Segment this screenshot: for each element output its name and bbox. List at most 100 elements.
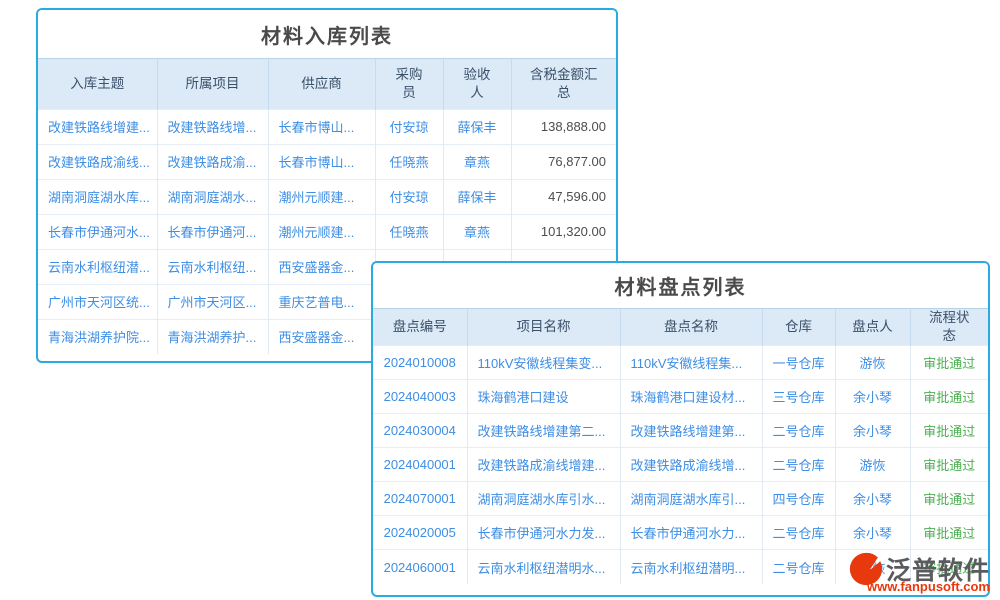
table-cell[interactable]: 余小琴	[835, 482, 910, 516]
table-cell[interactable]: 章燕	[443, 214, 511, 249]
inbound-panel-title: 材料入库列表	[38, 10, 616, 59]
table-cell[interactable]: 审批通过	[910, 414, 988, 448]
table-cell[interactable]: 西安盛器金...	[268, 319, 375, 354]
table-cell[interactable]: 长春市伊通河水力...	[620, 516, 762, 550]
column-header: 验收人	[443, 59, 511, 109]
table-cell[interactable]: 二号仓库	[762, 550, 835, 584]
column-header: 所属项目	[157, 59, 268, 109]
table-cell[interactable]: 2024030004	[373, 414, 467, 448]
material-inventory-table: 盘点编号项目名称盘点名称仓库盘点人流程状态 2024010008110kV安徽线…	[373, 309, 988, 584]
table-cell[interactable]: 珠海鹤港口建设	[467, 380, 620, 414]
column-header: 含税金额汇总	[511, 59, 616, 109]
table-cell[interactable]: 改建铁路成渝线增...	[620, 448, 762, 482]
table-cell[interactable]: 云南水利枢纽潜明...	[620, 550, 762, 584]
table-cell[interactable]: 2024040003	[373, 380, 467, 414]
table-cell[interactable]: 改建铁路成渝线增建...	[467, 448, 620, 482]
table-cell[interactable]: 改建铁路成渝线...	[38, 144, 157, 179]
table-cell[interactable]: 余小琴	[835, 380, 910, 414]
table-row: 改建铁路线增建...改建铁路线增...长春市博山...付安琼薛保丰138,888…	[38, 109, 616, 144]
table-cell[interactable]: 二号仓库	[762, 448, 835, 482]
column-header: 项目名称	[467, 309, 620, 346]
table-cell[interactable]: 青海洪湖养护...	[157, 319, 268, 354]
table-cell[interactable]: 改建铁路线增建...	[38, 109, 157, 144]
table-cell[interactable]: 改建铁路线增...	[157, 109, 268, 144]
table-cell[interactable]: 潮州元顺建...	[268, 179, 375, 214]
table-cell[interactable]: 审批通过	[910, 482, 988, 516]
table-cell[interactable]: 改建铁路线增建第...	[620, 414, 762, 448]
column-header: 盘点名称	[620, 309, 762, 346]
table-cell[interactable]: 广州市天河区...	[157, 284, 268, 319]
table-cell: 47,596.00	[511, 179, 616, 214]
table-cell[interactable]: 薛保丰	[443, 179, 511, 214]
table-cell[interactable]: 付安琼	[375, 109, 443, 144]
table-cell[interactable]: 云南水利枢纽潜...	[38, 249, 157, 284]
table-cell[interactable]: 潮州元顺建...	[268, 214, 375, 249]
table-cell[interactable]: 重庆艺普电...	[268, 284, 375, 319]
column-header: 采购员	[375, 59, 443, 109]
table-row: 长春市伊通河水...长春市伊通河...潮州元顺建...任晓燕章燕101,320.…	[38, 214, 616, 249]
table-cell[interactable]: 2024040001	[373, 448, 467, 482]
table-cell[interactable]: 一号仓库	[762, 346, 835, 380]
table-cell[interactable]: 长春市博山...	[268, 109, 375, 144]
table-cell[interactable]: 游恢	[835, 448, 910, 482]
table-cell[interactable]: 云南水利枢纽...	[157, 249, 268, 284]
table-cell[interactable]: 湖南洞庭湖水库引水...	[467, 482, 620, 516]
table-cell[interactable]: 青海洪湖养护院...	[38, 319, 157, 354]
watermark-url-text: www.fanpusoft.com	[867, 579, 990, 594]
table-cell[interactable]: 审批通过	[910, 380, 988, 414]
table-cell[interactable]: 审批通过	[910, 448, 988, 482]
table-cell[interactable]: 云南水利枢纽潜明水...	[467, 550, 620, 584]
table-cell[interactable]: 2024070001	[373, 482, 467, 516]
column-header: 仓库	[762, 309, 835, 346]
table-row: 湖南洞庭湖水库...湖南洞庭湖水...潮州元顺建...付安琼薛保丰47,596.…	[38, 179, 616, 214]
column-header: 盘点人	[835, 309, 910, 346]
fanpu-watermark: 泛普软件 www.fanpusoft.com	[847, 550, 990, 594]
table-cell[interactable]: 二号仓库	[762, 516, 835, 550]
table-cell[interactable]: 110kV安徽线程集变...	[467, 346, 620, 380]
table-cell[interactable]: 薛保丰	[443, 109, 511, 144]
column-header: 流程状态	[910, 309, 988, 346]
table-cell[interactable]: 二号仓库	[762, 414, 835, 448]
table-cell[interactable]: 广州市天河区统...	[38, 284, 157, 319]
table-cell[interactable]: 西安盛器金...	[268, 249, 375, 284]
table-cell[interactable]: 2024060001	[373, 550, 467, 584]
table-cell[interactable]: 长春市伊通河水力发...	[467, 516, 620, 550]
column-header: 供应商	[268, 59, 375, 109]
table-row: 2024020005长春市伊通河水力发...长春市伊通河水力...二号仓库余小琴…	[373, 516, 988, 550]
column-header: 盘点编号	[373, 309, 467, 346]
table-cell[interactable]: 四号仓库	[762, 482, 835, 516]
table-cell: 138,888.00	[511, 109, 616, 144]
table-cell[interactable]: 湖南洞庭湖水库...	[38, 179, 157, 214]
table-cell[interactable]: 章燕	[443, 144, 511, 179]
table-row: 2024040001改建铁路成渝线增建...改建铁路成渝线增...二号仓库游恢审…	[373, 448, 988, 482]
table-cell[interactable]: 湖南洞庭湖水库引...	[620, 482, 762, 516]
table-cell[interactable]: 110kV安徽线程集...	[620, 346, 762, 380]
table-cell[interactable]: 任晓燕	[375, 144, 443, 179]
inventory-header-row: 盘点编号项目名称盘点名称仓库盘点人流程状态	[373, 309, 988, 346]
table-row: 改建铁路成渝线...改建铁路成渝...长春市博山...任晓燕章燕76,877.0…	[38, 144, 616, 179]
table-cell[interactable]: 余小琴	[835, 516, 910, 550]
table-cell[interactable]: 湖南洞庭湖水...	[157, 179, 268, 214]
table-cell[interactable]: 审批通过	[910, 516, 988, 550]
table-cell[interactable]: 三号仓库	[762, 380, 835, 414]
table-cell[interactable]: 2024020005	[373, 516, 467, 550]
column-header: 入库主题	[38, 59, 157, 109]
table-row: 2024010008110kV安徽线程集变...110kV安徽线程集...一号仓…	[373, 346, 988, 380]
table-cell[interactable]: 改建铁路成渝...	[157, 144, 268, 179]
table-cell[interactable]: 改建铁路线增建第二...	[467, 414, 620, 448]
table-cell[interactable]: 长春市伊通河水...	[38, 214, 157, 249]
table-cell: 76,877.00	[511, 144, 616, 179]
table-cell[interactable]: 任晓燕	[375, 214, 443, 249]
table-cell: 101,320.00	[511, 214, 616, 249]
table-cell[interactable]: 长春市伊通河...	[157, 214, 268, 249]
material-inventory-panel: 材料盘点列表 盘点编号项目名称盘点名称仓库盘点人流程状态 20240100081…	[371, 261, 990, 597]
table-cell[interactable]: 游恢	[835, 346, 910, 380]
table-row: 2024030004改建铁路线增建第二...改建铁路线增建第...二号仓库余小琴…	[373, 414, 988, 448]
table-row: 2024040003珠海鹤港口建设珠海鹤港口建设材...三号仓库余小琴审批通过	[373, 380, 988, 414]
table-cell[interactable]: 付安琼	[375, 179, 443, 214]
table-cell[interactable]: 长春市博山...	[268, 144, 375, 179]
table-cell[interactable]: 珠海鹤港口建设材...	[620, 380, 762, 414]
table-cell[interactable]: 2024010008	[373, 346, 467, 380]
table-cell[interactable]: 余小琴	[835, 414, 910, 448]
table-cell[interactable]: 审批通过	[910, 346, 988, 380]
